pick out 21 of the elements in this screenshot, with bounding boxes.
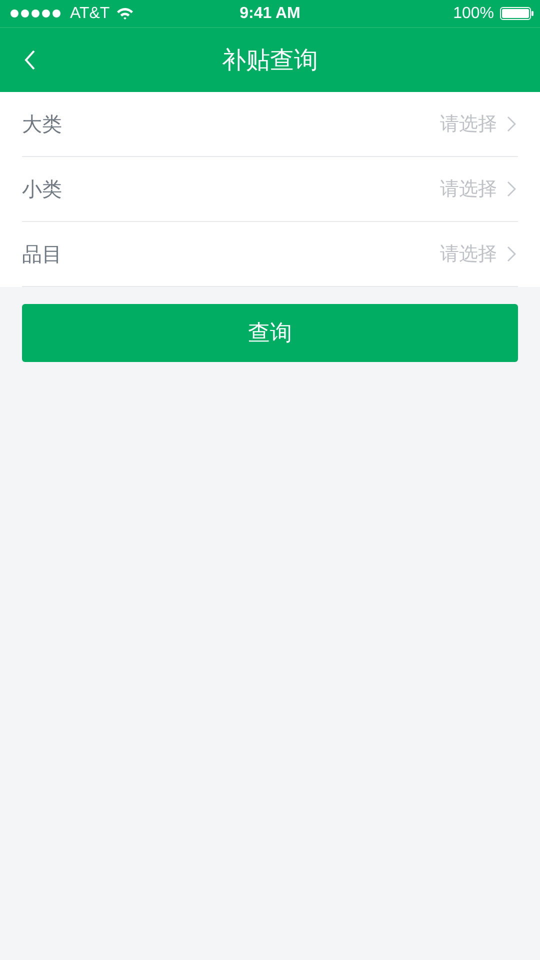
back-icon <box>24 50 36 70</box>
select-placeholder: 请选择 <box>440 177 497 202</box>
wifi-icon <box>116 7 134 20</box>
select-row[interactable]: 品目 请选择 <box>22 222 518 287</box>
select-placeholder: 请选择 <box>440 112 497 137</box>
field-label: 品目 <box>22 240 63 268</box>
query-button[interactable]: 查询 <box>22 304 518 362</box>
select-row[interactable]: 小类 请选择 <box>22 157 518 222</box>
chevron-icon <box>507 116 516 132</box>
select-row[interactable]: 大类 请选择 <box>22 92 518 157</box>
back-button[interactable] <box>24 50 36 70</box>
field-label: 大类 <box>22 110 63 138</box>
nav-title: 补贴查询 <box>222 45 318 76</box>
battery-percent: 100% <box>453 4 494 22</box>
chevron-icon <box>507 246 516 262</box>
field-label: 小类 <box>22 176 63 202</box>
battery-icon <box>500 7 534 20</box>
carrier-name: AT&T <box>70 4 110 22</box>
chevron-icon <box>507 181 516 197</box>
select-placeholder: 请选择 <box>440 242 497 267</box>
status-time: 9:41 AM <box>240 4 300 22</box>
